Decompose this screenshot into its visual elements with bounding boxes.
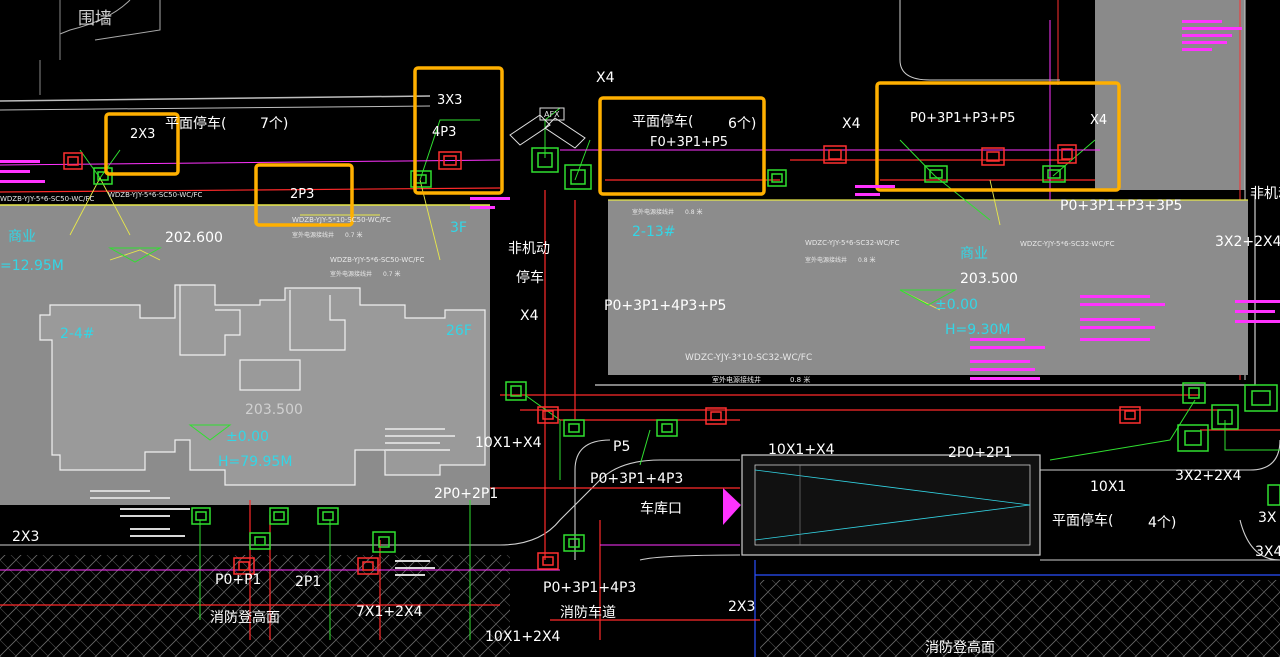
building-2-13-id: 2-13# [632,224,676,240]
garage-entry-label: 车库口 [640,500,682,517]
label-x4-top: X4 [596,70,615,86]
cable-spec-3: WDZB-YJY-5*10-SC50-WC/FC [292,216,391,224]
dist-c: 0.8 米 [685,208,702,216]
flat-parking-7-label: 平面停车( [165,115,226,132]
dist-b: 0.7 米 [383,270,400,278]
left-3f-label: 3F [450,220,467,236]
motor-parking-label-2: 停车 [516,269,544,286]
tower-2-4-height: H=79.95M [218,454,292,470]
label-10x1-x4-a: 10X1+X4 [475,435,542,451]
sub-spec-a: 室外电源接线井 [292,231,334,239]
tower-2-4-id: 2-4# [60,326,95,342]
label-x4-boxed: X4 [1090,113,1107,128]
label-3x3-boxed: 3X3 [437,93,462,108]
label-2x3-boxed: 2X3 [130,127,155,142]
label-2x3-a: 2X3 [12,529,39,545]
cable-spec-7: WDZC-YJY-3*10-SC32-WC/FC [685,353,812,363]
label-2x3-b: 2X3 [728,599,755,615]
garage-ramp [723,454,1041,556]
building-2-13-zero: ±0.00 [935,297,978,313]
motor-parking-right-label: 非机动 [1250,186,1280,202]
left-use-label: 商业 [8,229,36,245]
label-4p3-boxed: 4P3 [432,125,456,140]
label-10x1-x4-b: 10X1+X4 [768,442,835,458]
label-3x4-right: 3X4 [1255,544,1280,560]
cable-spec-4: WDZB-YJY-5*6-SC50-WC/FC [330,256,425,264]
site-electrical-plan: 围墙 AFX 2X3 2P3 3X3 4P3 F0+3P1+P5 P0+3P1+… [0,0,1280,657]
fire-platform-hatch-right [760,580,1280,657]
tower-2-4-elev: 203.500 [245,402,303,418]
label-p0-3p1-p3-3p5: P0+3P1+P3+3P5 [1060,198,1182,214]
left-height-label: =12.95M [0,258,64,274]
afx-label: AFX [544,110,560,119]
label-p0-3p1-4p3-a: P0+3P1+4P3 [590,471,683,487]
dist-a: 0.7 米 [345,231,362,239]
wall-label: 围墙 [78,9,112,29]
label-p0-3p1-4p3-p5: P0+3P1+4P3+P5 [604,298,726,314]
label-2p0-2p1-b: 2P0+2P1 [948,445,1012,461]
motor-parking-label-1: 非机动 [508,241,550,257]
sub-spec-d: 室外电源接线井 [805,256,847,264]
label-3x-right: 3X [1258,510,1277,526]
label-3x2-2x4-b: 3X2+2X4 [1175,468,1242,484]
flat-parking-4-count: 4个) [1148,515,1176,531]
cable-spec-5: WDZC-YJY-5*6-SC32-WC/FC [805,239,900,247]
label-10x1-2x4: 10X1+2X4 [485,629,561,645]
building-2-13-elev: 203.500 [960,271,1018,287]
tower-2-4-floors: 26F [446,323,472,339]
cable-spec-2: WDZB-YJY-5*6-SC50-WC/FC [108,191,203,199]
building-2-13-height: H=9.30M [945,322,1011,338]
fire-platform-label-2: 消防登高面 [925,639,995,656]
label-x4-side: X4 [520,308,539,324]
dist-d: 0.8 米 [858,256,875,264]
sub-spec-b: 室外电源接线井 [330,270,372,278]
sub-spec-c: 室外电源接线井 [632,208,674,216]
flat-parking-6-count: 6个) [728,116,756,132]
flat-parking-4-label: 平面停车( [1052,512,1113,529]
highlight-p0-3p1 [875,81,1121,192]
label-2p1: 2P1 [295,574,321,590]
dist-e: 0.8 米 [790,375,810,384]
label-7x1-2x4: 7X1+2X4 [356,604,423,620]
label-p0-3p1-p3-p5: P0+3P1+P3+P5 [910,111,1015,126]
top-wall [0,0,431,111]
cable-spec-1: WDZB-YJY-5*6-SC50-WC/FC [0,195,95,203]
cable-spec-6: WDZC-YJY-5*6-SC32-WC/FC [1020,240,1115,248]
building-2-13-use: 商业 [960,246,988,262]
left-elev-label: 202.600 [165,230,223,246]
flat-parking-7-count: 7个) [260,116,288,132]
fire-platform-label-1: 消防登高面 [210,609,280,626]
fire-lane-label: 消防车道 [560,604,616,621]
label-10x1: 10X1 [1090,479,1126,495]
label-2p3-boxed: 2P3 [290,187,314,202]
label-p0-3p1-4p3-b: P0+3P1+4P3 [543,580,636,596]
label-2p0-2p1-a: 2P0+2P1 [434,486,498,502]
sub-spec-e: 室外电源接线井 [712,375,761,384]
label-p0-p1: P0+P1 [215,572,261,588]
label-f0-3p1-p5: F0+3P1+P5 [650,135,728,150]
label-3x2-2x4-a: 3X2+2X4 [1215,234,1280,250]
label-x4-mid: X4 [842,116,861,132]
label-p5: P5 [613,439,630,455]
highlight-3x3-4p3 [413,66,504,195]
flat-parking-6-label: 平面停车( [632,113,693,130]
tower-2-4-zero: ±0.00 [226,429,269,445]
